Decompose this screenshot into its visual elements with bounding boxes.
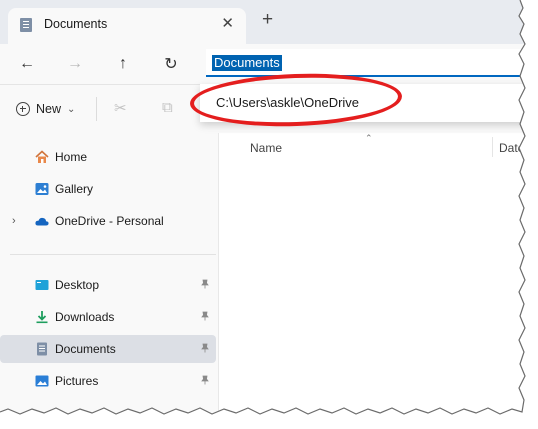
sidebar-item-downloads[interactable]: Downloads — [0, 303, 216, 331]
download-icon — [36, 311, 48, 324]
gallery-icon — [35, 183, 49, 195]
new-tab-button[interactable]: + — [262, 10, 273, 29]
sidebar-item-onedrive[interactable]: › OneDrive - Personal — [0, 207, 216, 235]
address-selected-text[interactable]: Documents — [212, 55, 282, 71]
forward-button[interactable]: → — [61, 50, 89, 78]
cloud-icon — [35, 217, 49, 226]
sidebar-item-label: Gallery — [55, 182, 94, 196]
navigation-pane: Home Gallery › OneDrive - Personal Deskt… — [0, 133, 218, 415]
back-button[interactable]: ← — [13, 50, 41, 78]
pin-icon[interactable] — [200, 311, 210, 324]
copy-icon[interactable]: ⧉ — [162, 99, 173, 116]
sidebar-item-pictures[interactable]: Pictures — [0, 367, 216, 395]
column-header-name[interactable]: Name — [250, 141, 282, 155]
cut-icon[interactable]: ✂ — [114, 99, 127, 117]
desktop-icon — [35, 280, 49, 290]
plus-circle-icon — [16, 102, 30, 116]
title-bar: Documents ✕ + — [0, 0, 526, 44]
sidebar-item-label: Documents — [55, 342, 116, 356]
address-bar[interactable]: Documents — [206, 49, 526, 77]
column-divider[interactable] — [492, 137, 493, 157]
close-icon[interactable]: ✕ — [221, 14, 234, 32]
new-button[interactable]: New ⌄ — [16, 99, 75, 119]
sidebar-item-documents[interactable]: Documents — [0, 335, 216, 363]
refresh-button[interactable]: ↻ — [157, 50, 185, 78]
sort-ascending-icon: ⌃ — [365, 133, 373, 143]
document-icon — [20, 18, 32, 32]
up-button[interactable]: ↑ — [109, 50, 137, 78]
sidebar-item-gallery[interactable]: Gallery — [0, 175, 216, 203]
sidebar-item-label: Desktop — [55, 278, 100, 292]
new-button-label: New — [36, 102, 62, 116]
sidebar-item-desktop[interactable]: Desktop — [0, 271, 216, 299]
pin-icon[interactable] — [200, 375, 210, 388]
pictures-icon — [35, 375, 49, 387]
toolbar-divider — [96, 97, 97, 121]
file-list-pane: ⌃ Name Date — [218, 133, 526, 415]
sidebar-item-label: OneDrive - Personal — [55, 214, 164, 228]
chevron-down-icon: ⌄ — [67, 103, 76, 115]
pin-icon[interactable] — [200, 279, 210, 292]
column-header-date[interactable]: Date — [499, 141, 524, 155]
sidebar-item-label: Downloads — [55, 310, 115, 324]
sidebar-item-label: Pictures — [55, 374, 99, 388]
tab-documents[interactable]: Documents ✕ — [8, 8, 246, 44]
file-explorer-window: Documents ✕ + ← → ↑ ↻ Documents New ⌄ ✂ … — [0, 0, 526, 415]
chevron-right-icon[interactable]: › — [12, 215, 16, 227]
pin-icon[interactable] — [200, 343, 210, 356]
document-icon — [37, 342, 47, 356]
tab-title: Documents — [44, 17, 108, 31]
home-icon — [35, 150, 49, 163]
sidebar-item-home[interactable]: Home — [0, 143, 216, 171]
sidebar-item-label: Home — [55, 150, 88, 164]
sidebar-divider — [10, 254, 216, 255]
